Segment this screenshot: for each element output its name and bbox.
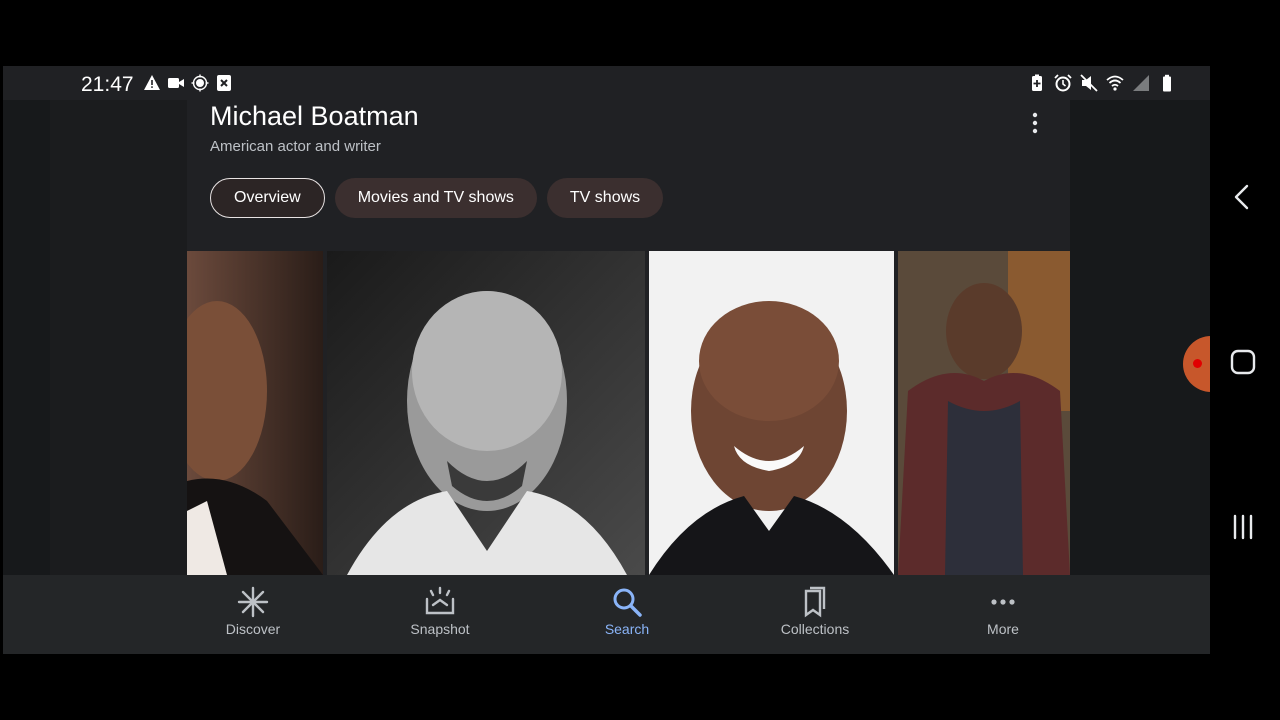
battery-saver-icon: [1028, 74, 1046, 92]
collections-icon: [798, 585, 832, 619]
page-title: Michael Boatman: [210, 101, 419, 131]
photo-4[interactable]: [898, 251, 1070, 575]
nav-label-snapshot: Snapshot: [410, 621, 470, 637]
nav-label-more: More: [987, 621, 1019, 637]
nav-discover[interactable]: Discover: [193, 585, 313, 637]
tab-list: Overview Movies and TV shows TV shows: [210, 178, 664, 218]
recent-apps-icon[interactable]: [1228, 512, 1258, 542]
signal-icon: [1132, 74, 1150, 92]
nav-more[interactable]: More: [943, 585, 1063, 637]
photo-3[interactable]: [649, 251, 894, 575]
tab-movies-and-tv-shows[interactable]: Movies and TV shows: [334, 178, 537, 218]
system-navigation-bar: [1210, 66, 1280, 654]
location-icon: [191, 74, 209, 92]
right-pane: [1070, 100, 1210, 575]
mute-icon: [1080, 74, 1098, 92]
asterisk-icon: [236, 585, 270, 619]
search-icon: [610, 585, 644, 619]
back-icon[interactable]: [1228, 182, 1258, 212]
left-pane: [3, 100, 50, 575]
tab-tv-shows[interactable]: TV shows: [546, 178, 664, 218]
photo-1[interactable]: [187, 251, 323, 575]
home-icon[interactable]: [1228, 347, 1258, 377]
close-box-icon: [215, 74, 233, 92]
knowledge-panel: Michael Boatman American actor and write…: [187, 100, 1070, 575]
nav-label-search: Search: [604, 621, 650, 637]
nav-label-discover: Discover: [225, 621, 281, 637]
wifi-icon: [1106, 74, 1124, 92]
status-bar: 21:47: [3, 66, 1210, 100]
photo-2[interactable]: [327, 251, 645, 575]
record-indicator-icon: [1193, 359, 1202, 368]
more-horizontal-icon: [986, 585, 1020, 619]
nav-snapshot[interactable]: Snapshot: [380, 585, 500, 637]
nav-search[interactable]: Search: [567, 585, 687, 637]
alarm-icon: [1054, 74, 1072, 92]
bottom-navigation: Discover Snapshot Search Collections Mor…: [3, 575, 1210, 654]
more-options-icon[interactable]: [1027, 110, 1043, 136]
battery-icon: [1158, 74, 1176, 92]
tab-overview[interactable]: Overview: [210, 178, 325, 218]
nav-label-collections: Collections: [780, 621, 850, 637]
nav-collections[interactable]: Collections: [755, 585, 875, 637]
image-carousel: [187, 251, 1070, 575]
status-time: 21:47: [81, 73, 134, 96]
warning-icon: [143, 74, 161, 92]
video-camera-icon: [167, 74, 185, 92]
snapshot-icon: [423, 585, 457, 619]
page-subtitle: American actor and writer: [210, 138, 381, 155]
phone-screen: 21:47 Michael Boatman American actor and…: [3, 66, 1210, 654]
